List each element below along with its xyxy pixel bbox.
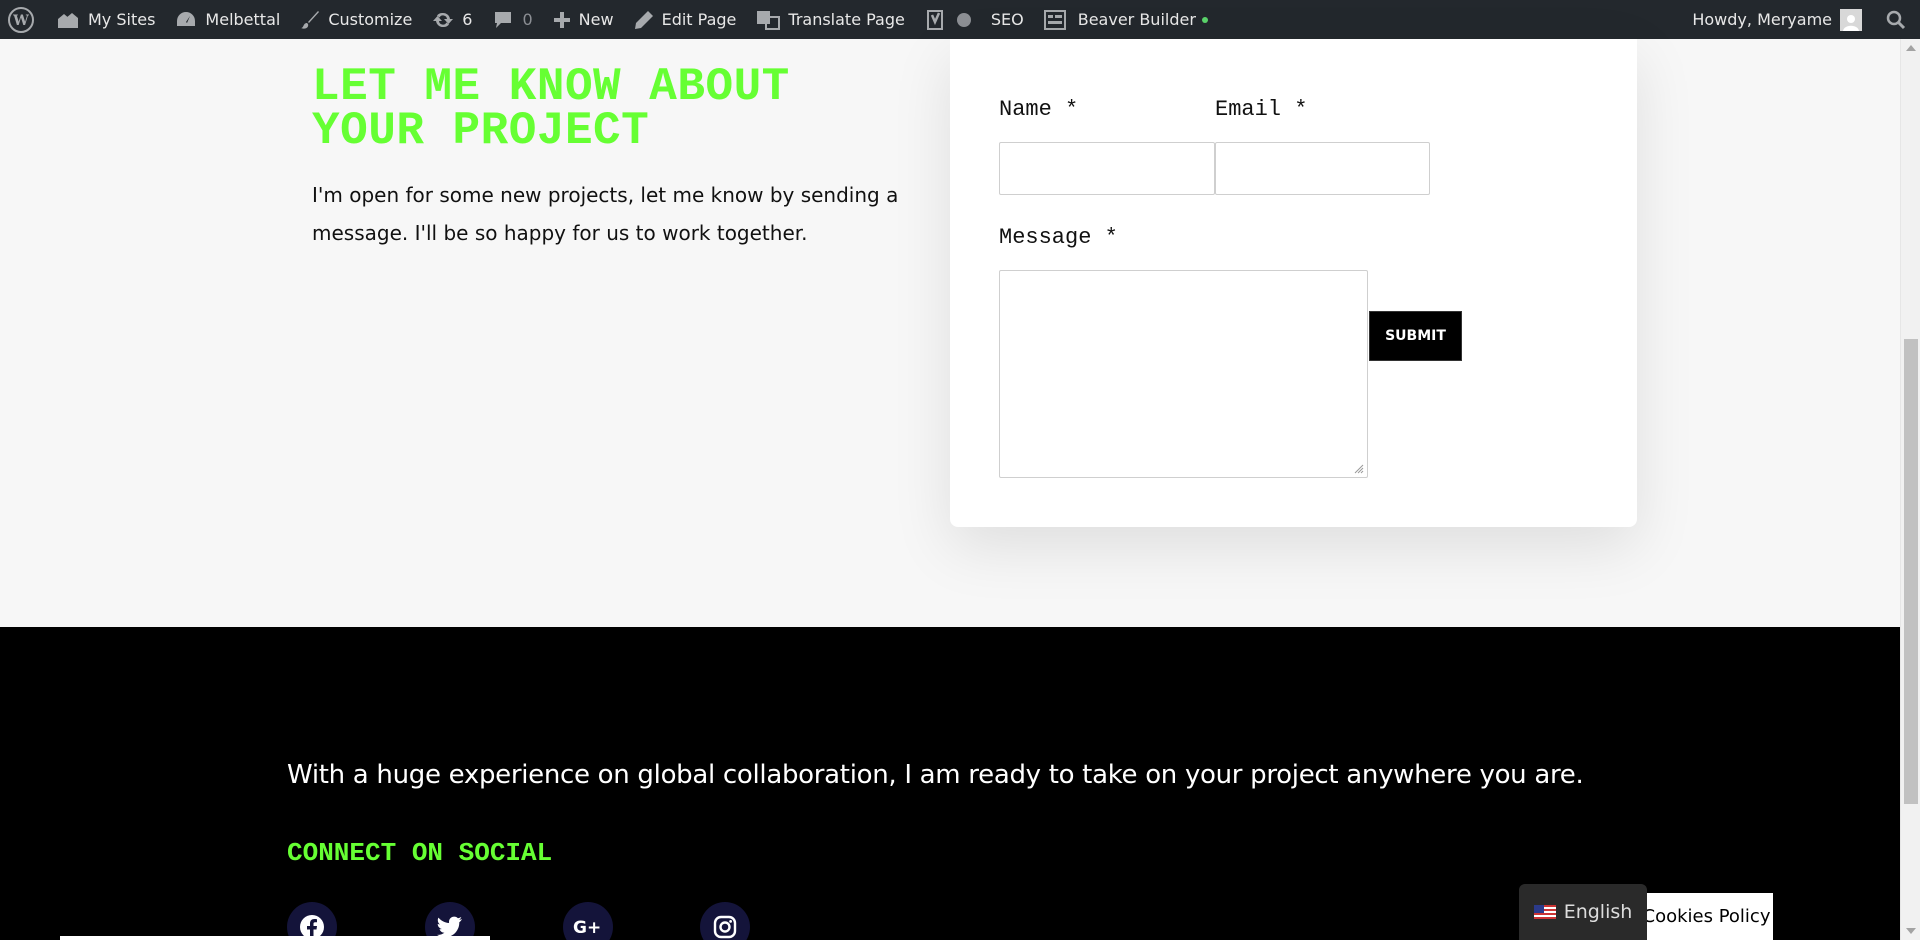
resize-handle-icon[interactable] [1354, 464, 1364, 474]
language-label: English [1563, 901, 1633, 923]
instagram-link[interactable] [700, 902, 750, 940]
name-label: Name * [999, 97, 1079, 122]
contact-heading: LET ME KNOW ABOUT YOUR PROJECT [312, 61, 790, 157]
submit-button[interactable]: SUBMIT [1369, 311, 1462, 361]
name-input[interactable] [999, 142, 1215, 195]
contact-section: LET ME KNOW ABOUT YOUR PROJECT I'm open … [0, 39, 1900, 627]
cookies-policy-button[interactable]: Cookies Policy [1640, 893, 1773, 940]
svg-text:W: W [12, 13, 29, 29]
connect-heading: CONNECT ON SOCIAL [287, 838, 553, 868]
edit-page-link[interactable]: Edit Page [624, 0, 747, 39]
us-flag-icon [1533, 905, 1556, 919]
new-label: New [578, 10, 614, 29]
twitter-icon [437, 916, 463, 938]
plus-icon [553, 11, 571, 29]
builder-status-dot [1201, 16, 1208, 23]
yoast-seo-menu[interactable] [915, 0, 981, 39]
site-name-menu[interactable]: Melbettal [165, 0, 290, 39]
page-scrollbar[interactable] [1900, 39, 1920, 940]
comments-link[interactable]: 0 [482, 0, 542, 39]
email-label: Email * [1215, 97, 1308, 122]
instagram-icon [713, 915, 737, 939]
seo-score-dot [956, 12, 971, 27]
search-icon [1886, 10, 1906, 30]
message-textarea[interactable] [999, 270, 1368, 478]
my-sites-menu[interactable]: My Sites [46, 0, 165, 39]
language-switcher[interactable]: English [1519, 884, 1647, 940]
svg-text:G+: G+ [573, 918, 601, 937]
builder-icon [1043, 9, 1066, 30]
account-menu[interactable]: Howdy, Meryame [1682, 0, 1872, 39]
google-plus-link[interactable]: G+ [563, 902, 613, 940]
bottom-bar-fragment [60, 936, 490, 940]
new-content-menu[interactable]: New [543, 0, 624, 39]
message-label: Message * [999, 225, 1118, 250]
wordpress-icon: W [8, 6, 34, 33]
contact-form: Name * Email * Message * SUBMIT [950, 39, 1637, 527]
avatar [1840, 8, 1862, 31]
translate-page-label: Translate Page [788, 10, 905, 29]
scroll-up-arrow-icon[interactable] [1906, 45, 1916, 51]
yoast-icon [925, 9, 945, 31]
twitter-link[interactable] [425, 902, 475, 940]
updates-count: 6 [462, 10, 473, 29]
seo-menu[interactable]: SEO [981, 0, 1034, 39]
admin-bar: W My Sites Melbettal Customize 6 0 New E… [0, 0, 1920, 39]
translate-page-link[interactable]: Translate Page [746, 0, 914, 39]
translate-icon [756, 10, 781, 30]
edit-page-label: Edit Page [661, 10, 737, 29]
beaver-builder-label: Beaver Builder [1077, 10, 1196, 29]
my-sites-label: My Sites [88, 10, 156, 29]
facebook-link[interactable] [287, 902, 337, 940]
google-plus-icon: G+ [573, 917, 603, 937]
updates-icon [432, 10, 454, 30]
email-input[interactable] [1215, 142, 1430, 195]
site-name-label: Melbettal [205, 10, 281, 29]
search-button[interactable] [1872, 0, 1920, 39]
pencil-icon [634, 10, 654, 30]
contact-intro: I'm open for some new projects, let me k… [312, 183, 899, 245]
howdy-label: Howdy, Meryame [1692, 10, 1832, 29]
sites-icon [56, 10, 80, 30]
customize-link[interactable]: Customize [290, 0, 422, 39]
comments-count: 0 [522, 10, 533, 29]
scrollbar-thumb[interactable] [1904, 339, 1918, 804]
beaver-builder-link[interactable]: Beaver Builder [1034, 0, 1218, 39]
comment-icon [492, 10, 514, 30]
footer-tagline: With a huge experience on global collabo… [287, 760, 1584, 790]
seo-label: SEO [990, 10, 1024, 29]
dashboard-icon [175, 10, 197, 30]
scroll-down-arrow-icon[interactable] [1906, 928, 1916, 934]
brush-icon [300, 10, 320, 30]
updates-link[interactable]: 6 [422, 0, 482, 39]
wordpress-logo-button[interactable]: W [0, 0, 46, 39]
customize-label: Customize [328, 10, 413, 29]
